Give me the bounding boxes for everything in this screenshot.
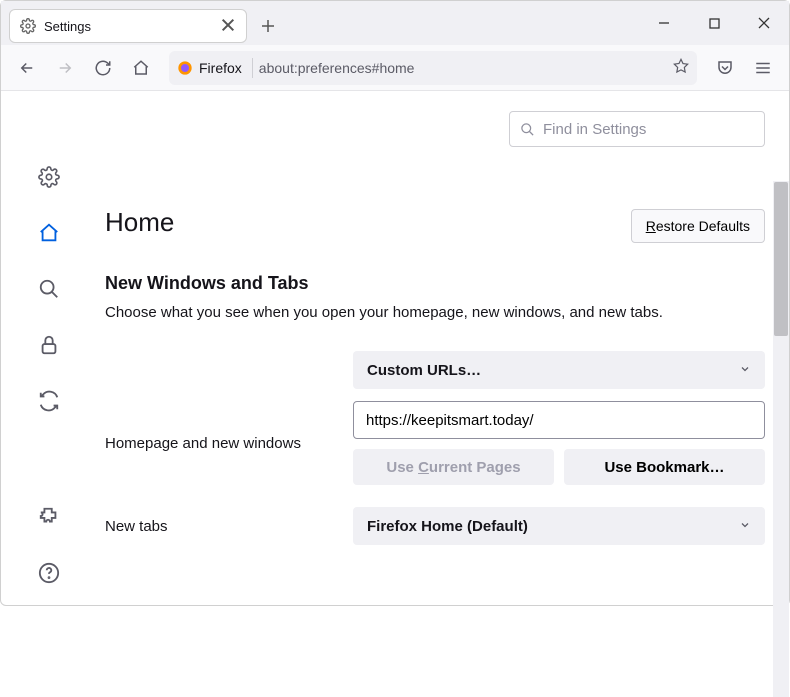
scrollbar[interactable]	[773, 181, 789, 697]
newtabs-label: New tabs	[105, 518, 337, 535]
urlbar[interactable]: Firefox about:preferences#home	[169, 51, 697, 85]
section-description: Choose what you see when you open your h…	[105, 304, 765, 321]
preferences-content: Find in Settings Home Restore Defaults N…	[1, 91, 789, 607]
homepage-mode-value: Custom URLs…	[367, 362, 481, 379]
newtabs-value: Firefox Home (Default)	[367, 518, 528, 535]
menu-button[interactable]	[747, 52, 779, 84]
prefs-main: Find in Settings Home Restore Defaults N…	[97, 91, 789, 607]
use-current-pages-button[interactable]: Use Current Pages	[353, 449, 554, 485]
sidebar-help-icon[interactable]	[31, 555, 67, 591]
window-controls	[639, 1, 789, 45]
homepage-label: Homepage and new windows	[105, 435, 337, 452]
new-tab-button[interactable]	[253, 11, 283, 41]
newtabs-dropdown[interactable]: Firefox Home (Default)	[353, 507, 765, 545]
page-heading: Home	[105, 207, 174, 238]
search-icon	[520, 122, 535, 137]
close-tab-icon[interactable]	[220, 17, 236, 36]
chevron-down-icon	[739, 362, 751, 379]
browser-tab[interactable]: Settings	[9, 9, 247, 43]
find-settings-input[interactable]: Find in Settings	[509, 111, 765, 147]
sidebar-privacy-icon[interactable]	[31, 327, 67, 363]
reload-button[interactable]	[87, 52, 119, 84]
homepage-mode-dropdown[interactable]: Custom URLs…	[353, 351, 765, 389]
homepage-url-input[interactable]	[353, 401, 765, 439]
sidebar-sync-icon[interactable]	[31, 383, 67, 419]
section-heading: New Windows and Tabs	[105, 273, 765, 294]
close-window-button[interactable]	[739, 1, 789, 45]
maximize-button[interactable]	[689, 1, 739, 45]
bookmark-star-icon[interactable]	[673, 58, 689, 77]
firefox-icon	[177, 60, 193, 76]
tab-title: Settings	[44, 19, 212, 34]
restore-defaults-button[interactable]: Restore Defaults	[631, 209, 765, 243]
prefs-sidebar	[1, 91, 97, 607]
chevron-down-icon	[739, 518, 751, 535]
gear-icon	[20, 18, 36, 34]
find-settings-placeholder: Find in Settings	[543, 121, 646, 138]
sidebar-search-icon[interactable]	[31, 271, 67, 307]
pocket-button[interactable]	[709, 52, 741, 84]
use-bookmark-button[interactable]: Use Bookmark…	[564, 449, 765, 485]
url-identity-label: Firefox	[199, 60, 242, 76]
sidebar-general-icon[interactable]	[31, 159, 67, 195]
url-text: about:preferences#home	[259, 60, 667, 76]
scrollbar-thumb[interactable]	[774, 182, 788, 336]
home-button[interactable]	[125, 52, 157, 84]
back-button[interactable]	[11, 52, 43, 84]
minimize-button[interactable]	[639, 1, 689, 45]
toolbar: Firefox about:preferences#home	[1, 45, 789, 91]
sidebar-home-icon[interactable]	[31, 215, 67, 251]
forward-button[interactable]	[49, 52, 81, 84]
titlebar: Settings	[1, 1, 789, 45]
sidebar-extensions-icon[interactable]	[31, 499, 67, 535]
